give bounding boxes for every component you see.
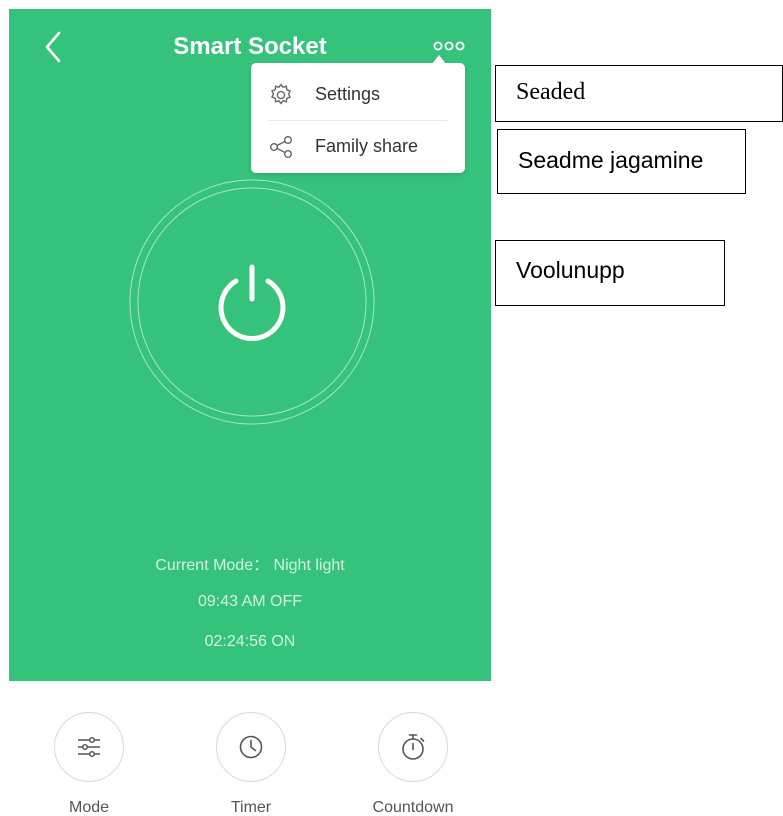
annotation-share-text: Seadme jagamine	[518, 147, 704, 173]
menu-item-settings-label: Settings	[315, 84, 381, 104]
mode-button[interactable]: Mode	[29, 712, 149, 816]
timer-button[interactable]: Timer	[191, 712, 311, 816]
sliders-icon	[78, 736, 100, 758]
annotation-power-text: Voolunupp	[516, 257, 625, 283]
countdown-label: Countdown	[372, 799, 454, 816]
page-title: Smart Socket	[173, 33, 327, 60]
power-icon	[218, 264, 286, 341]
power-button[interactable]	[208, 259, 296, 347]
annotation-power: Voolunupp	[495, 240, 725, 306]
timer-circle	[216, 712, 286, 782]
more-dots-icon	[433, 41, 465, 51]
mode-circle	[54, 712, 124, 782]
annotation-settings-text: Seaded	[516, 79, 586, 105]
annotation-share: Seadme jagamine	[497, 129, 746, 194]
stopwatch-icon	[402, 734, 425, 760]
countdown-circle	[378, 712, 448, 782]
dropdown-menu: Settings Family share	[251, 63, 465, 173]
timer-label: Timer	[230, 799, 272, 816]
screen: Smart Socket Current Mode： Night light 0…	[0, 0, 783, 816]
current-mode-text: Current Mode： Night light	[155, 557, 345, 574]
more-button[interactable]	[432, 37, 466, 55]
countdown-status-text: 02:24:56 ON	[204, 633, 296, 650]
clock-icon	[239, 735, 263, 759]
menu-item-settings[interactable]: Settings	[251, 69, 465, 121]
schedule-text: 09:43 AM OFF	[197, 593, 303, 610]
countdown-button[interactable]: Countdown	[353, 712, 473, 816]
menu-item-family-share[interactable]: Family share	[251, 121, 465, 173]
gear-icon	[271, 83, 291, 105]
mode-label: Mode	[68, 799, 110, 816]
menu-item-family-share-label: Family share	[315, 136, 419, 156]
share-icon	[270, 136, 293, 159]
annotation-settings: Seaded	[495, 65, 783, 122]
